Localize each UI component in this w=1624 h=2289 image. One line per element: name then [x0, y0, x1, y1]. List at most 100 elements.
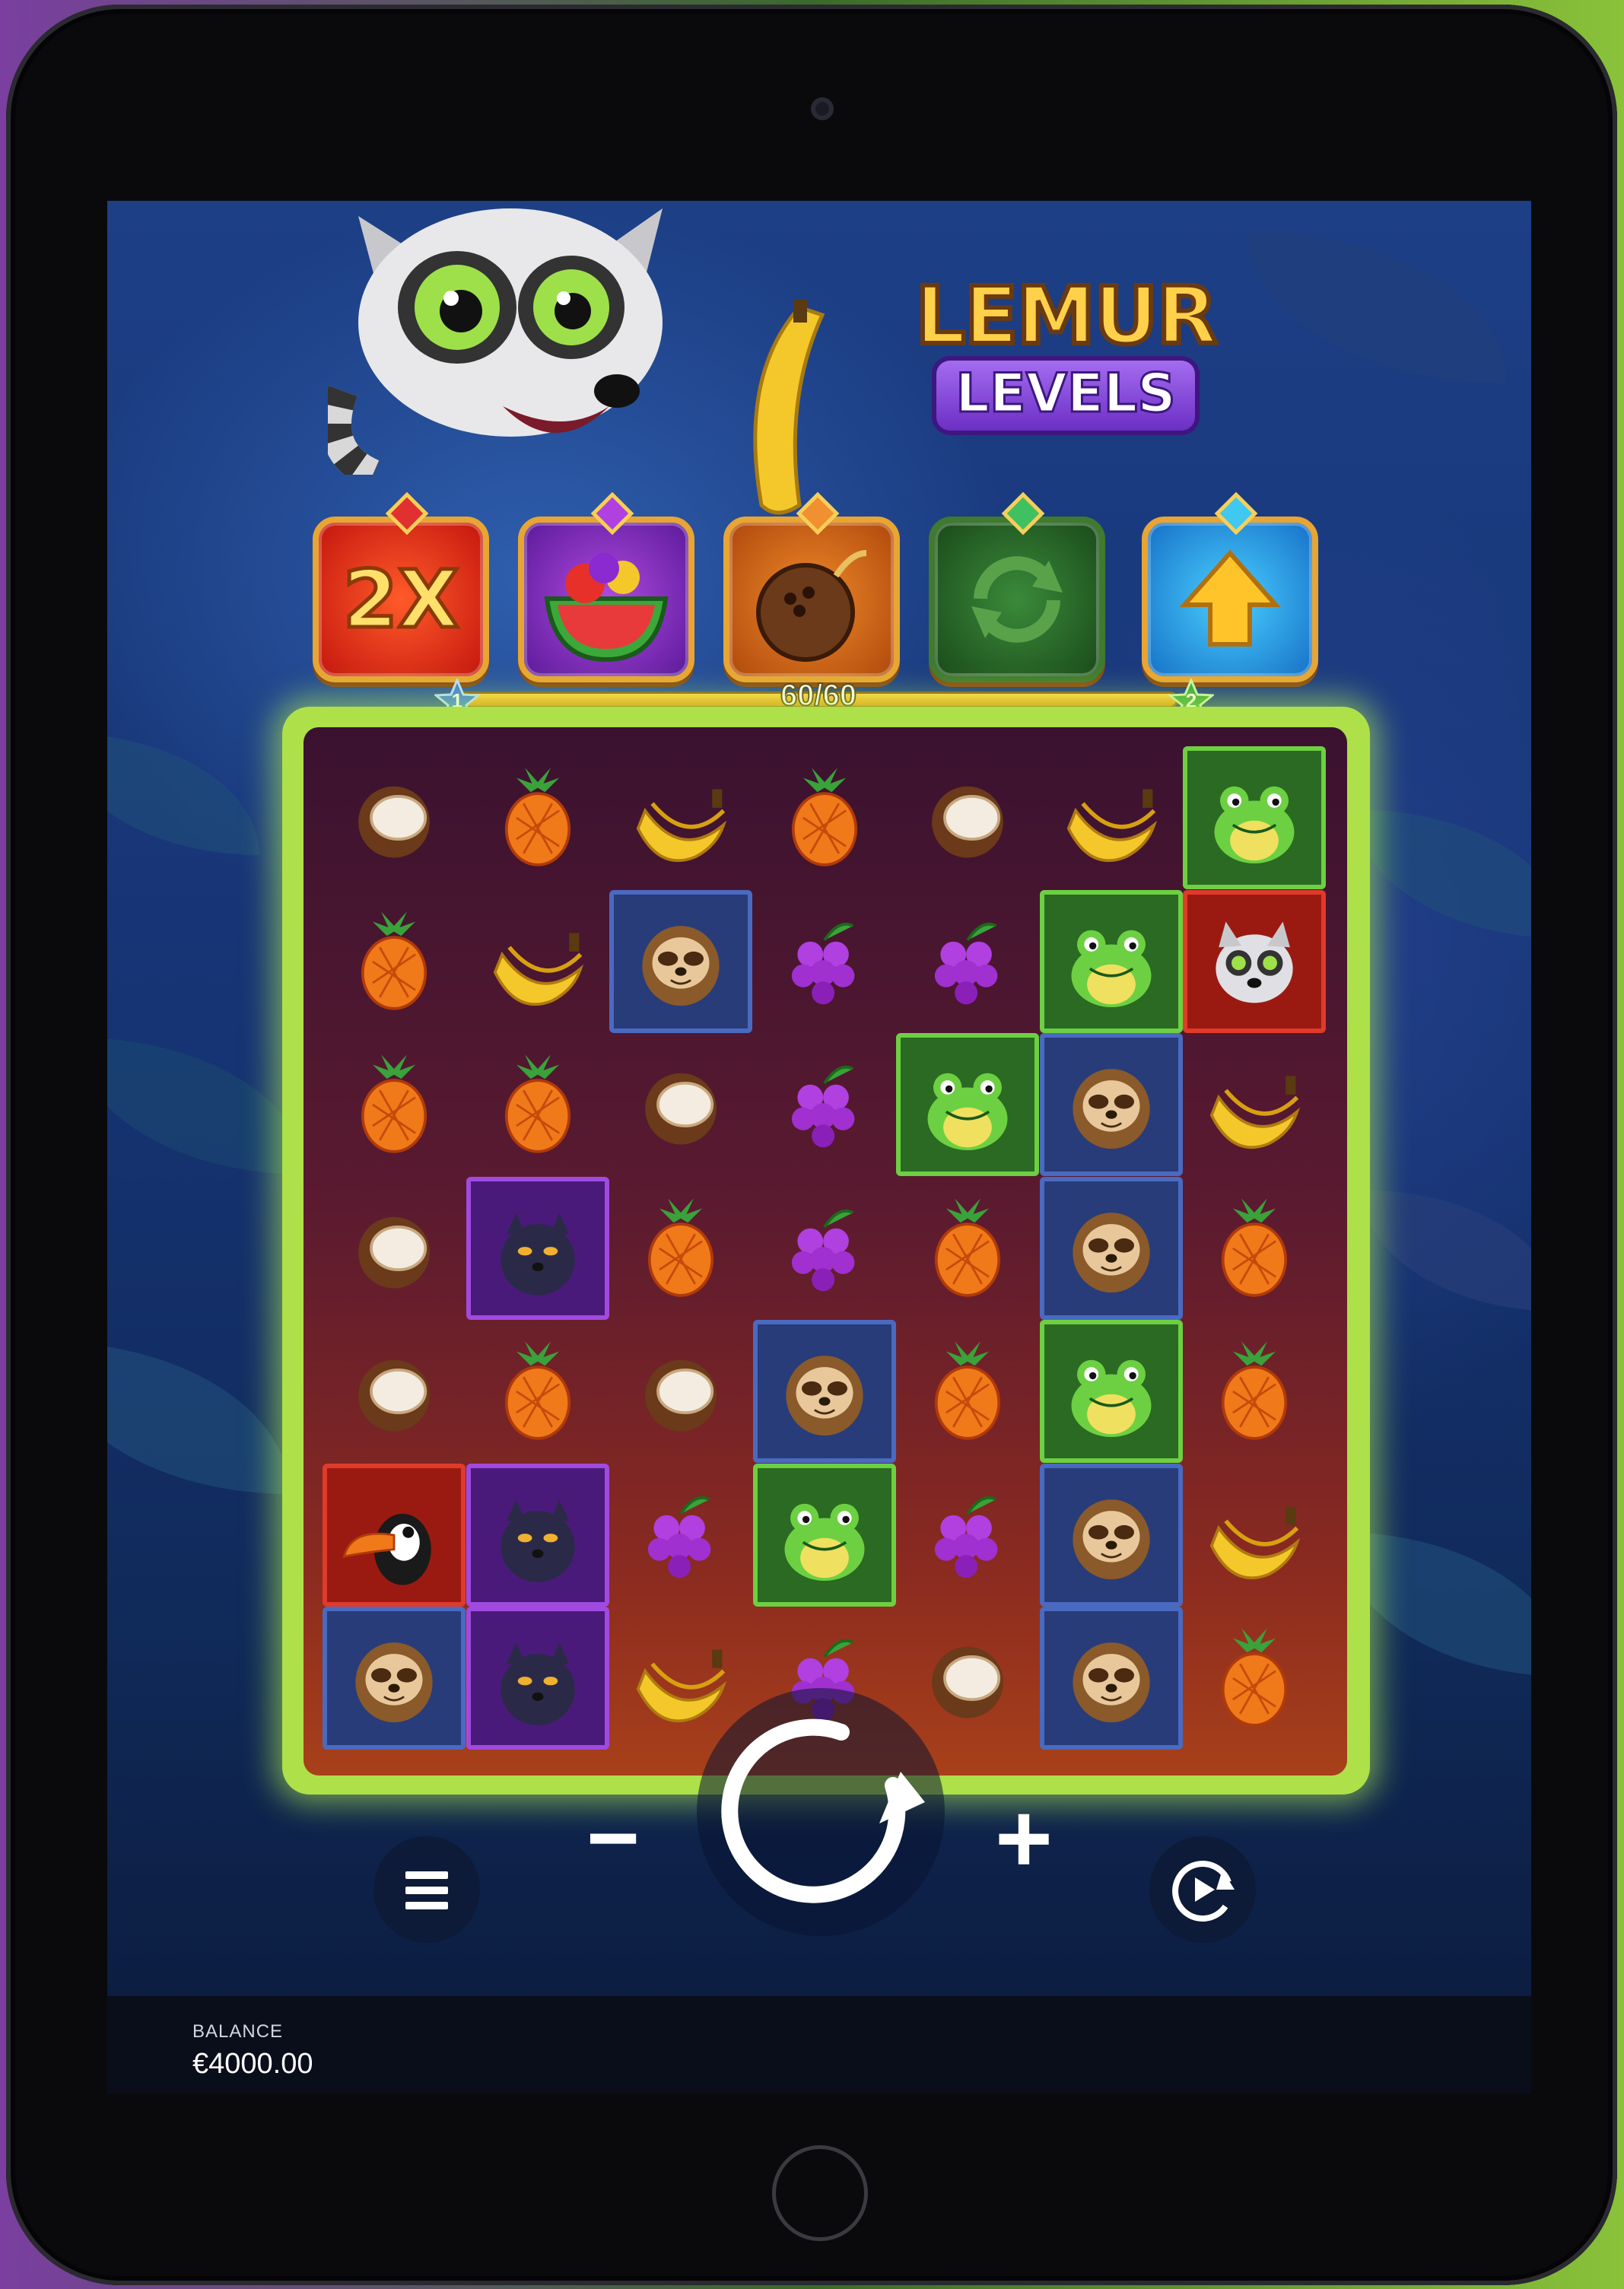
grid-cell	[753, 1177, 896, 1320]
grapes-icon	[791, 922, 854, 1004]
logo-title: LEMUR	[913, 267, 1219, 364]
pineapple-icon	[1221, 1341, 1288, 1440]
grid-cell	[1039, 889, 1183, 1033]
coconut-icon	[645, 1073, 717, 1145]
grid-cell	[896, 1177, 1039, 1320]
pineapple-icon	[934, 1341, 1001, 1440]
grid-cell	[1039, 1320, 1183, 1463]
leaf-decoration	[107, 733, 259, 855]
grid-cell	[1183, 1320, 1326, 1463]
balance-value: €4000.00	[192, 2048, 313, 2080]
grid-cell	[752, 1320, 896, 1463]
pineapple-icon	[361, 911, 427, 1010]
balance-label: BALANCE	[192, 2021, 284, 2042]
grid-cell	[466, 746, 609, 889]
leaf-decoration	[1355, 809, 1531, 939]
grid-cell	[896, 1464, 1039, 1607]
logo-subtitle: LEVELS	[955, 361, 1177, 426]
toucan-icon	[342, 1513, 431, 1585]
grid-cell	[466, 1463, 609, 1607]
coconut-icon	[358, 1359, 430, 1432]
bet-increase-button[interactable]: +	[974, 1785, 1073, 1891]
feature-coconut-bomb[interactable]	[723, 491, 900, 682]
grapes-icon	[791, 1209, 854, 1291]
coconut-bomb-icon	[756, 550, 867, 662]
pineapple-icon	[1221, 1628, 1288, 1727]
leaf-decoration	[107, 1342, 290, 1494]
tablet-frame: LEMUR LEVELS 2X 1 60/60 2 − + BALANCE €4…	[6, 5, 1617, 2285]
coconut-icon	[358, 1216, 430, 1288]
grid-cell	[466, 1176, 609, 1320]
grid-cell	[1183, 1607, 1326, 1750]
grid-cell	[466, 1607, 609, 1750]
sloth-icon	[1072, 1499, 1150, 1579]
grid-cell	[896, 890, 1039, 1033]
banana-icon	[1209, 1506, 1301, 1579]
grid-cell	[609, 1033, 752, 1176]
sloth-icon	[642, 925, 720, 1006]
coconut-icon	[358, 786, 430, 858]
feature-fruit-bowl[interactable]	[518, 491, 694, 682]
grid-cell	[1183, 889, 1326, 1033]
feature-multiplier[interactable]: 2X	[313, 491, 489, 682]
pineapple-icon	[1221, 1197, 1288, 1297]
camera-icon	[811, 97, 834, 120]
reshuffle-icon	[971, 556, 1063, 643]
grid-cell	[1183, 1177, 1326, 1320]
banana-icon	[493, 933, 583, 1006]
grid-cell	[1040, 746, 1183, 889]
fruit-bowl-icon	[544, 553, 669, 663]
bet-decrease-button[interactable]: −	[571, 1785, 655, 1891]
grid-cell	[323, 1033, 466, 1176]
leaf-decoration	[1362, 1190, 1531, 1311]
grid-cell	[752, 1463, 896, 1607]
menu-icon	[405, 1887, 448, 1894]
sloth-icon	[785, 1356, 863, 1436]
multiplier-label: 2X	[341, 552, 461, 648]
pineapple-icon	[504, 1341, 570, 1440]
grid-cell	[609, 1320, 752, 1463]
grid-cell	[466, 890, 609, 1033]
home-button[interactable]	[772, 2145, 868, 2241]
symbol-grid	[304, 727, 1347, 1776]
sloth-icon	[355, 1642, 433, 1723]
lemur-mascot	[328, 208, 663, 475]
frog-icon	[1071, 930, 1151, 1007]
pineapple-icon	[361, 1054, 427, 1153]
grapes-icon	[934, 1496, 998, 1578]
pineapple-icon	[791, 768, 857, 866]
grid-cell	[896, 1033, 1039, 1176]
banana-icon	[1209, 1076, 1301, 1149]
grid-cell	[323, 1463, 466, 1607]
panther-icon	[500, 1499, 575, 1582]
pineapple-icon	[504, 1054, 570, 1153]
leaf-decoration	[107, 1038, 305, 1175]
grid-cell	[1039, 1463, 1183, 1607]
grid-cell	[1183, 1464, 1326, 1607]
grid-cell	[466, 1033, 609, 1176]
autoplay-button[interactable]	[1149, 1836, 1256, 1943]
grid-cell	[753, 890, 896, 1033]
grid-cell	[323, 1177, 466, 1320]
grid-cell	[609, 746, 752, 889]
footer-bar	[107, 1996, 1531, 2093]
banana-icon	[636, 789, 727, 863]
pineapple-icon	[934, 1197, 1001, 1297]
grid-cell	[896, 1320, 1039, 1463]
spin-button[interactable]	[697, 1688, 945, 1936]
feature-reshuffle[interactable]	[929, 491, 1105, 682]
grid-cell	[323, 1320, 466, 1463]
grid-cell	[609, 1464, 752, 1607]
grid-cell	[896, 746, 1039, 889]
menu-icon	[405, 1871, 448, 1879]
gem-icon	[385, 491, 429, 536]
panther-icon	[500, 1642, 575, 1725]
grid-cell	[609, 889, 752, 1033]
pineapple-icon	[504, 768, 570, 866]
menu-button[interactable]	[373, 1836, 480, 1943]
feature-level-up[interactable]	[1142, 491, 1318, 682]
sloth-icon	[1072, 1642, 1150, 1723]
grid-cell	[323, 890, 466, 1033]
grid-cell	[1039, 1607, 1183, 1750]
pineapple-icon	[647, 1197, 714, 1297]
